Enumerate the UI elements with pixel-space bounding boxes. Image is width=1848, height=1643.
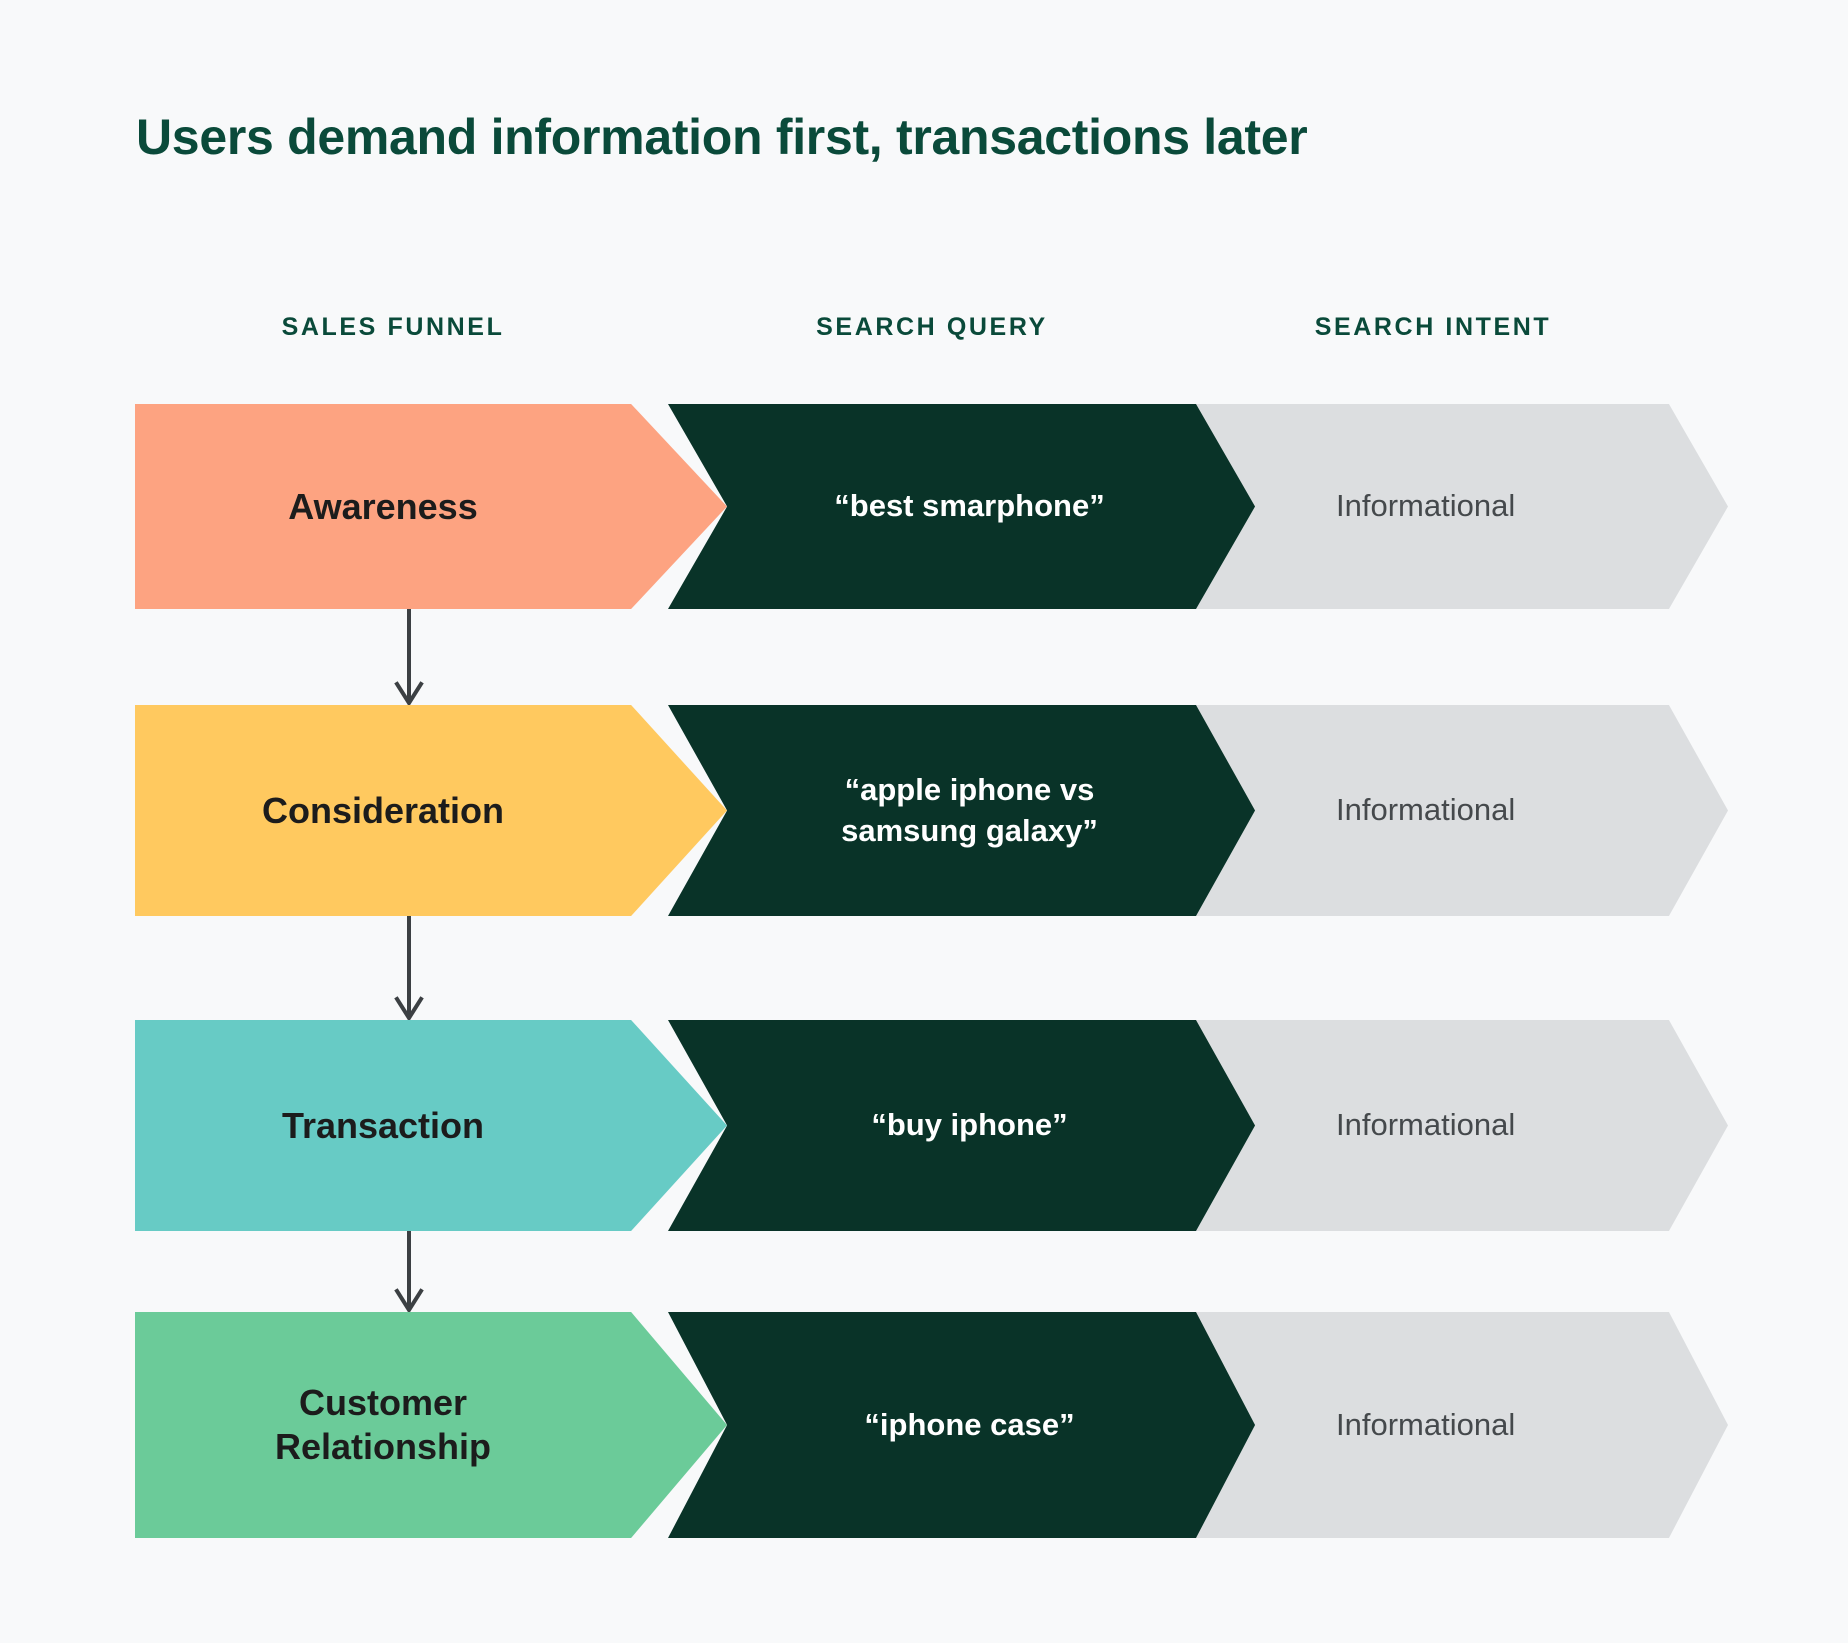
funnel-stage-label: Transaction [281,1104,485,1146]
funnel-row: Awareness “best smarphone” Informational [0,404,1848,609]
funnel-stage-consideration[interactable]: Consideration [135,705,727,916]
search-intent-customer-relationship[interactable]: Informational [1196,1312,1728,1538]
column-header-sales-funnel: Sales Funnel [281,313,505,341]
funnel-row: Consideration “apple iphone vs samsung gal… [0,705,1848,916]
search-intent-label: Informational [1336,1406,1516,1442]
search-query-label: “apple iphone vs samsung galaxy” [841,772,1098,848]
search-intent-label: Informational [1336,792,1516,828]
page-title: Users demand information first, transact… [136,109,1308,165]
arrow-transaction-to-customer-relationship [392,1231,426,1312]
search-intent-transaction[interactable]: Informational [1196,1020,1728,1231]
column-header-search-intent: Search Intent [1314,313,1552,341]
arrow-down-icon [394,1231,424,1312]
arrow-down-icon [394,916,424,1020]
funnel-stage-label: Customer Relationship [274,1382,492,1467]
search-query-customer-relationship[interactable]: “iphone case” [668,1312,1271,1538]
arrow-consideration-to-transaction [392,916,426,1020]
funnel-stage-customer-relationship[interactable]: Customer Relationship [135,1312,727,1538]
search-query-awareness[interactable]: “best smarphone” [668,404,1271,609]
funnel-stage-label: Awareness [288,485,478,527]
arrow-awareness-to-consideration [392,609,426,705]
search-query-label: “buy iphone” [871,1107,1068,1143]
search-intent-label: Informational [1336,488,1516,524]
search-intent-consideration[interactable]: Informational [1196,705,1728,916]
search-query-transaction[interactable]: “buy iphone” [668,1020,1271,1231]
search-query-label: “iphone case” [864,1406,1075,1442]
search-intent-awareness[interactable]: Informational [1196,404,1728,609]
search-query-label: “best smarphone” [834,488,1105,524]
arrow-down-icon [394,609,424,705]
funnel-stage-awareness[interactable]: Awareness [135,404,727,609]
search-query-consideration[interactable]: “apple iphone vs samsung galaxy” [668,705,1271,916]
column-header-search-query: Search Query [816,313,1048,341]
funnel-stage-label: Consideration [261,789,504,831]
diagram-canvas: Users demand information first, transact… [0,0,1848,1643]
funnel-row: Transaction “buy iphone” Informational [0,1020,1848,1231]
funnel-stage-transaction[interactable]: Transaction [135,1020,727,1231]
search-intent-label: Informational [1336,1107,1516,1143]
funnel-row: Customer Relationship “iphone case” Informa… [0,1312,1848,1538]
